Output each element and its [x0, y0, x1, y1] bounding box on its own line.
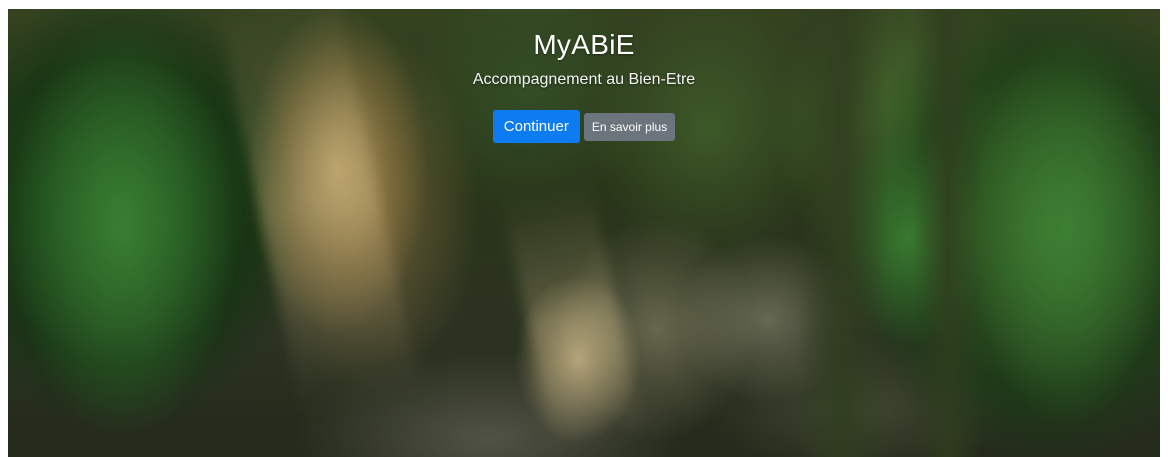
learn-more-button[interactable]: En savoir plus [583, 112, 676, 141]
hero-actions: Continuer En savoir plus [8, 110, 1160, 143]
continue-button[interactable]: Continuer [492, 110, 580, 143]
page-title: MyABiE [533, 29, 635, 60]
hero-section: MyABiE Accompagnement au Bien-Etre Conti… [8, 9, 1160, 457]
page-subtitle: Accompagnement au Bien-Etre [472, 71, 696, 88]
hero-content: MyABiE Accompagnement au Bien-Etre Conti… [8, 27, 1160, 143]
